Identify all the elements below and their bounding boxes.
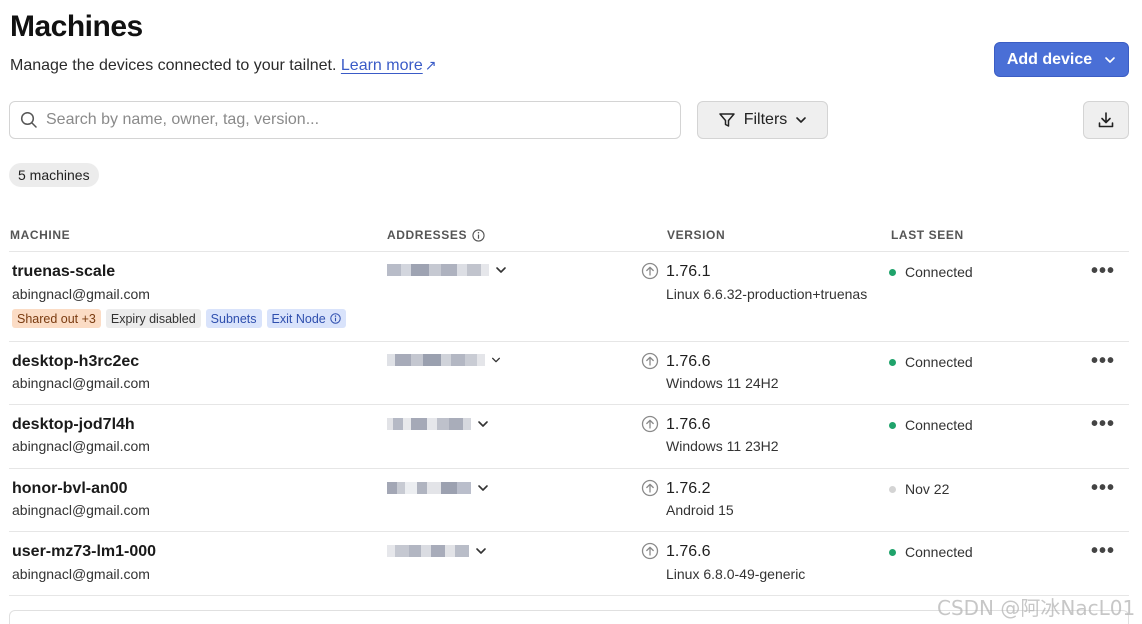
filter-icon (718, 113, 735, 127)
info-icon (330, 313, 341, 324)
update-available-icon[interactable] (641, 415, 659, 433)
last-seen: Nov 22 (889, 481, 949, 497)
machine-count-badge: 5 machines (9, 163, 99, 187)
machine-version: 1.76.1 (666, 263, 711, 280)
search-box[interactable] (9, 101, 681, 139)
update-available-icon[interactable] (641, 479, 659, 497)
redacted-address (387, 418, 471, 430)
machine-os: Windows 11 24H2 (666, 375, 779, 391)
last-seen: Connected (889, 264, 973, 280)
more-options-icon[interactable]: ••• (1091, 413, 1115, 436)
machine-version: 1.76.6 (666, 416, 711, 433)
subtitle-text: Manage the devices connected to your tai… (10, 57, 337, 74)
learn-more-link[interactable]: Learn more (341, 57, 423, 74)
more-options-icon[interactable]: ••• (1091, 260, 1115, 283)
filters-button[interactable]: Filters (697, 101, 828, 139)
machine-owner: abingnacl@gmail.com (12, 566, 150, 582)
machine-os: Linux 6.8.0-49-generic (666, 566, 806, 582)
tag-expiry-disabled: Expiry disabled (105, 309, 201, 328)
watermark: CSDN @阿冰NacL01 (937, 596, 1136, 620)
page-subtitle: Manage the devices connected to your tai… (10, 57, 436, 75)
filters-label: Filters (743, 111, 788, 128)
redacted-address (387, 482, 471, 494)
machine-os: Android 15 (666, 502, 734, 518)
machine-os: Linux 6.6.32-production+truenas (666, 286, 868, 302)
status-dot (889, 485, 896, 493)
machine-owner: abingnacl@gmail.com (12, 502, 150, 518)
last-seen: Connected (889, 417, 973, 433)
machine-version: 1.76.6 (666, 353, 711, 370)
chevron-down-icon[interactable] (475, 545, 487, 557)
status-dot (889, 358, 896, 366)
search-input[interactable] (46, 111, 646, 129)
status-dot (889, 421, 896, 429)
machine-owner: abingnacl@gmail.com (12, 438, 150, 454)
address-field[interactable] (387, 418, 489, 430)
info-icon[interactable] (472, 228, 485, 242)
page-title: Machines (10, 10, 143, 43)
machine-owner: abingnacl@gmail.com (12, 286, 150, 302)
machine-name[interactable]: user-mz73-lm1-000 (12, 543, 156, 561)
more-options-icon[interactable]: ••• (1091, 540, 1115, 563)
machine-version: 1.76.6 (666, 543, 711, 560)
machine-owner: abingnacl@gmail.com (12, 375, 150, 391)
tag-exit-node[interactable]: Exit Node (266, 309, 346, 328)
redacted-address (387, 264, 489, 276)
table-row[interactable]: desktop-h3rc2ec abingnacl@gmail.com 1.76… (9, 342, 1129, 405)
column-header-addresses[interactable]: ADDRESSES (387, 228, 485, 242)
table-row[interactable]: honor-bvl-an00 abingnacl@gmail.com 1.76.… (9, 469, 1129, 532)
redacted-address (387, 545, 469, 557)
tag-shared-out[interactable]: Shared out +3 (12, 309, 101, 328)
more-options-icon[interactable]: ••• (1091, 350, 1115, 373)
download-icon (1098, 112, 1114, 128)
export-download-button[interactable] (1083, 101, 1129, 139)
chevron-down-icon[interactable] (477, 418, 489, 430)
external-link-icon: ↗ (424, 57, 437, 73)
last-seen: Connected (889, 544, 973, 560)
machine-tags: Shared out +3 Expiry disabled Subnets Ex… (12, 309, 346, 328)
machine-name[interactable]: desktop-h3rc2ec (12, 353, 139, 371)
address-field[interactable] (387, 545, 487, 557)
machine-os: Windows 11 23H2 (666, 438, 779, 454)
column-header-machine[interactable]: MACHINE (10, 228, 70, 242)
chevron-down-icon (796, 117, 807, 123)
column-header-last-seen[interactable]: LAST SEEN (891, 228, 964, 242)
machine-version: 1.76.2 (666, 480, 711, 497)
chevron-down-icon[interactable] (491, 355, 501, 365)
update-available-icon[interactable] (641, 262, 659, 280)
status-dot (889, 548, 896, 556)
address-field[interactable] (387, 482, 489, 494)
search-icon (20, 111, 37, 128)
status-dot (889, 268, 896, 276)
chevron-down-icon (1105, 56, 1115, 63)
redacted-address (387, 354, 485, 366)
update-available-icon[interactable] (641, 352, 659, 370)
machine-name[interactable]: honor-bvl-an00 (12, 480, 128, 498)
chevron-down-icon[interactable] (495, 264, 507, 276)
chevron-down-icon[interactable] (477, 482, 489, 494)
add-device-button[interactable]: Add device (994, 42, 1129, 77)
table-row[interactable]: desktop-jod7l4h abingnacl@gmail.com 1.76… (9, 405, 1129, 469)
machine-name[interactable]: desktop-jod7l4h (12, 416, 135, 434)
table-row[interactable]: truenas-scale abingnacl@gmail.com Shared… (9, 252, 1129, 342)
column-header-version[interactable]: VERSION (667, 228, 725, 242)
address-field[interactable] (387, 264, 507, 276)
more-options-icon[interactable]: ••• (1091, 477, 1115, 500)
tag-subnets: Subnets (205, 309, 262, 328)
table-row[interactable]: user-mz73-lm1-000 abingnacl@gmail.com 1.… (9, 532, 1129, 596)
machine-name[interactable]: truenas-scale (12, 263, 115, 281)
add-device-label: Add device (1006, 50, 1093, 68)
update-available-icon[interactable] (641, 542, 659, 560)
address-field[interactable] (387, 354, 501, 366)
last-seen: Connected (889, 354, 973, 370)
